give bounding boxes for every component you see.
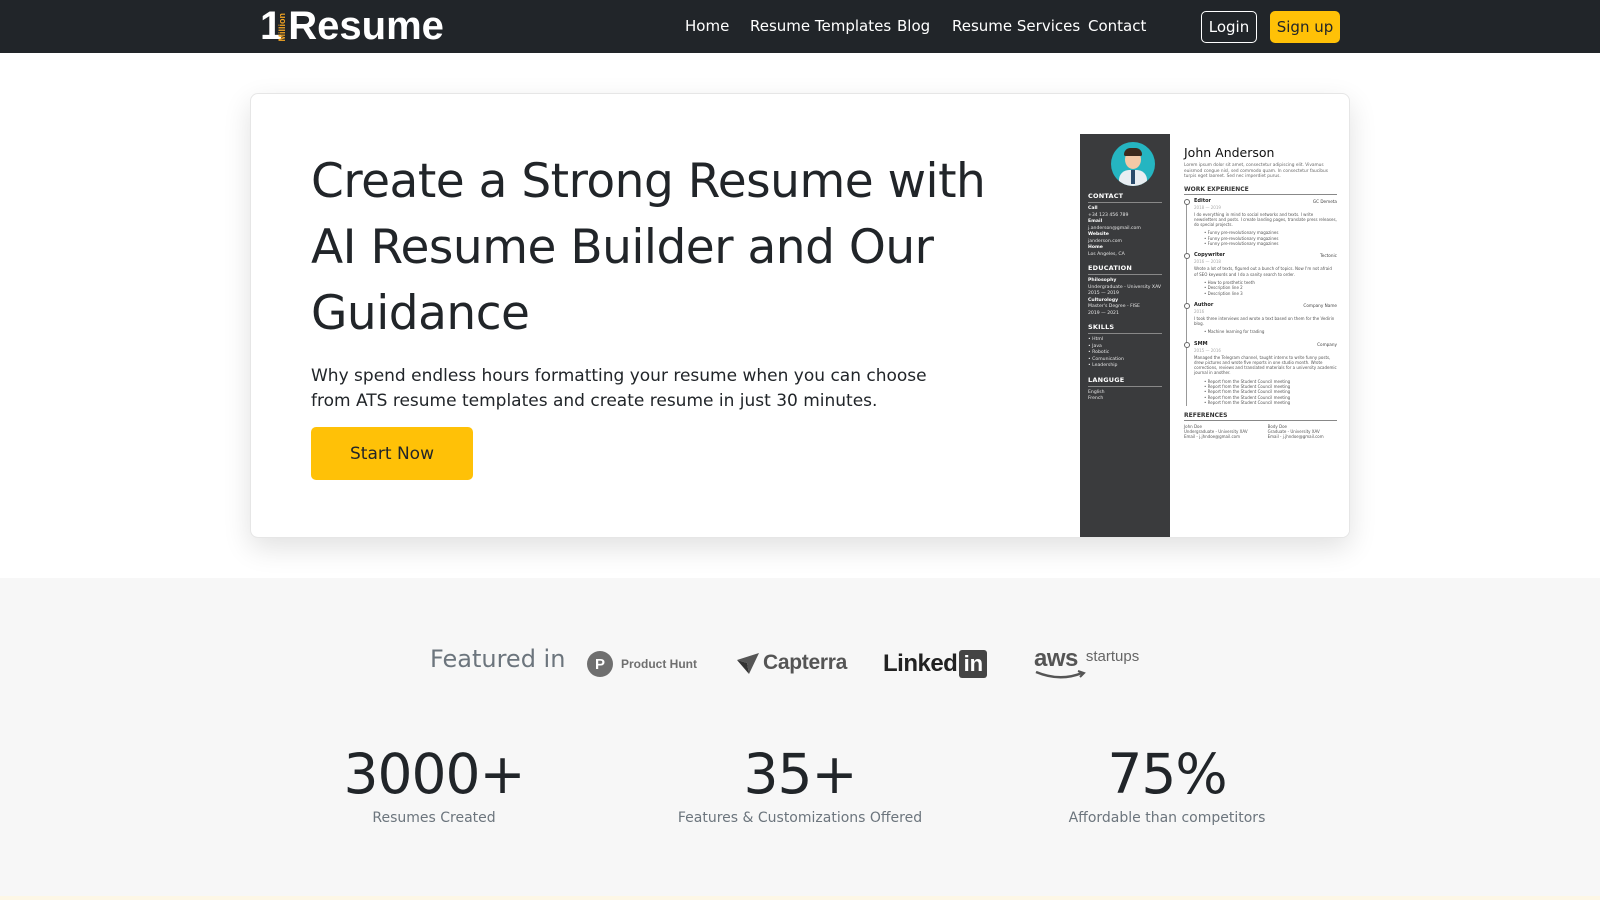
product-hunt-icon: P — [587, 651, 613, 677]
resume-preview: CONTACT Call +34 123 456 789 Email j.ander… — [1080, 134, 1349, 537]
resume-job: Author Company Name 2016 I took three int… — [1184, 301, 1337, 335]
aws-word: aws — [1034, 647, 1086, 679]
signup-button[interactable]: Sign up — [1270, 11, 1340, 43]
hero-subtitle: Why spend endless hours formatting your … — [311, 366, 927, 411]
brand-logo[interactable]: 1 Million Resume — [260, 3, 444, 49]
capterra-arrow-icon — [737, 653, 759, 674]
aws-smile-icon — [1035, 670, 1086, 679]
capterra-label: Capterra — [763, 651, 847, 674]
resume-references: John Doe Undergraduate - University XAV Em… — [1184, 423, 1324, 440]
resume-job: SMM Company 2015 — 2016 Managed the Teleg… — [1184, 340, 1337, 406]
section-divider — [0, 896, 1600, 900]
resume-education-list: Philosophy Undergraduate - University XAV… — [1088, 278, 1162, 316]
linkedin-word: Linked — [883, 650, 958, 677]
product-hunt-label: Product Hunt — [621, 657, 697, 671]
logo-million: Million — [277, 12, 288, 42]
resume-references-heading: REFERENCES — [1184, 412, 1337, 421]
resume-education-heading: EDUCATION — [1088, 264, 1162, 275]
featured-section — [0, 578, 1600, 900]
stat-label: Resumes Created — [372, 810, 496, 826]
stat-value: 3000+ — [343, 742, 525, 806]
hero-card: Create a Strong Resume with AI Resume Bu… — [250, 93, 1350, 538]
resume-skills-list: • Html • Java • Robotic • Comunication •… — [1088, 337, 1124, 368]
nav-contact[interactable]: Contact — [1088, 16, 1146, 36]
resume-job: Editor GC Demeta 2018 — 2019 I do everyth… — [1184, 197, 1337, 246]
stat-affordable: 75% Affordable than competitors — [997, 742, 1337, 827]
start-now-button[interactable]: Start Now — [311, 427, 473, 480]
resume-language-heading: LANGUGE — [1088, 376, 1162, 387]
avatar — [1111, 142, 1155, 186]
resume-contact-list: Call +34 123 456 789 Email j.anderson@gmai… — [1088, 206, 1141, 257]
linkedin-icon: in — [959, 650, 988, 678]
capterra-logo: Capterra — [736, 651, 847, 675]
resume-contact-heading: CONTACT — [1088, 192, 1162, 203]
featured-label: Featured in — [430, 645, 566, 673]
product-hunt-logo: P Product Hunt — [587, 651, 697, 677]
resume-timeline: Editor GC Demeta 2018 — 2019 I do everyth… — [1184, 198, 1337, 406]
aws-startups-logo: aws startups — [1034, 647, 1140, 679]
stat-resumes: 3000+ Resumes Created — [264, 742, 604, 827]
stat-label: Affordable than competitors — [1068, 810, 1266, 826]
resume-skills-heading: SKILLS — [1088, 323, 1162, 334]
linkedin-logo: Linked in — [883, 650, 988, 678]
login-button[interactable]: Login — [1201, 11, 1257, 43]
resume-name: John Anderson — [1184, 145, 1275, 160]
resume-job: Copywriter Tectonic 2016 — 2018 Wrote a l… — [1184, 252, 1337, 296]
logo-word: Resume — [288, 4, 444, 48]
nav-home[interactable]: Home — [685, 16, 729, 36]
stat-features: 35+ Features & Customizations Offered — [630, 742, 970, 827]
stat-value: 35+ — [743, 742, 857, 806]
aws-startups-label: startups — [1085, 648, 1140, 665]
resume-language-list: English French — [1088, 389, 1105, 402]
nav-resume-templates[interactable]: Resume Templates — [750, 16, 891, 36]
navbar: 1 Million Resume Home Resume Templates B… — [0, 0, 1600, 53]
stat-value: 75% — [1107, 742, 1227, 806]
resume-sidebar: CONTACT Call +34 123 456 789 Email j.ander… — [1080, 134, 1170, 537]
resume-work-heading: WORK EXPERIENCE — [1184, 186, 1337, 195]
hero-title: Create a Strong Resume with AI Resume Bu… — [311, 154, 986, 341]
stat-label: Features & Customizations Offered — [677, 810, 923, 826]
nav-resume-services[interactable]: Resume Services — [952, 16, 1080, 36]
resume-main: John Anderson Lorem ipsum dolor sit amet… — [1170, 134, 1349, 537]
resume-intro: Lorem ipsum dolor sit amet, consectetur … — [1184, 163, 1328, 179]
nav-blog[interactable]: Blog — [897, 16, 930, 36]
